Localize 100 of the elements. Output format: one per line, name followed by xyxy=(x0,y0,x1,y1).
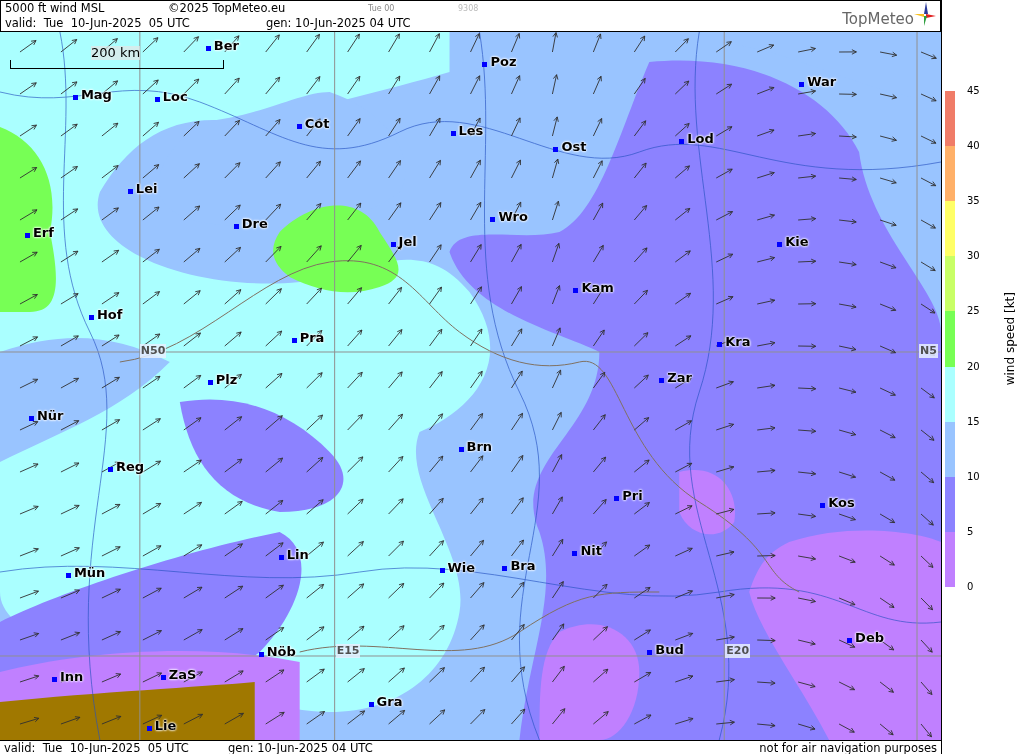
city-label: Nür xyxy=(36,408,64,424)
city-marker xyxy=(820,503,826,508)
city-marker xyxy=(127,189,133,194)
city-label: Lin xyxy=(286,547,309,563)
compass-star-icon xyxy=(914,2,936,26)
tick-label: 10 xyxy=(966,470,981,483)
city-marker xyxy=(390,242,396,247)
city-marker xyxy=(296,124,302,129)
city-label: Mün xyxy=(73,565,106,581)
grid-label: E15 xyxy=(335,644,361,658)
city-label: War xyxy=(807,74,837,90)
city-marker xyxy=(573,288,579,293)
city-label: Kra xyxy=(725,334,751,350)
city-marker xyxy=(679,139,685,144)
city-marker xyxy=(107,467,113,472)
city-marker xyxy=(51,677,57,682)
city-label: Nöb xyxy=(266,644,296,660)
city-marker xyxy=(614,496,620,501)
city-marker xyxy=(291,338,297,343)
city-marker xyxy=(490,217,496,222)
valid-time: valid: Tue 10-Jun-2025 05 UTC xyxy=(5,16,190,31)
copyright-text: ©2025 TopMeteo.eu xyxy=(168,1,287,16)
city-label: Bra xyxy=(510,558,536,574)
city-label: Hof xyxy=(96,307,123,323)
city-marker xyxy=(28,416,34,421)
city-marker xyxy=(154,97,160,102)
scale-label: 200 km xyxy=(91,46,141,60)
run-label: Tue 00 xyxy=(368,3,396,15)
city-label: Nit xyxy=(580,543,602,559)
city-marker xyxy=(553,147,559,152)
city-marker xyxy=(258,652,264,657)
city-label: Wro xyxy=(498,209,528,225)
city-label: ZaS xyxy=(168,667,197,683)
tick-label: 45 xyxy=(966,85,981,97)
city-marker xyxy=(205,46,211,51)
city-marker xyxy=(659,378,665,383)
city-label: Ost xyxy=(561,139,587,155)
city-label: Les xyxy=(458,123,484,139)
city-marker xyxy=(450,131,456,136)
city-marker xyxy=(146,726,152,731)
city-label: Pri xyxy=(622,488,643,504)
legend-title: wind speed [kt] xyxy=(1003,292,1017,386)
code-label: 9308 xyxy=(458,3,479,15)
city-label: Kie xyxy=(785,234,809,250)
city-marker xyxy=(72,95,78,100)
city-marker xyxy=(439,568,445,573)
city-label: Mag xyxy=(80,87,112,103)
city-label: Loc xyxy=(162,89,188,105)
tick-label: 0 xyxy=(966,581,975,593)
city-label: Lie xyxy=(154,718,177,734)
city-label: Reg xyxy=(115,459,144,475)
city-label: Pra xyxy=(299,330,325,346)
city-label: Inn xyxy=(59,669,84,685)
generated-time: gen: 10-Jun-2025 04 UTC xyxy=(228,740,373,754)
city-label: Kos xyxy=(828,495,855,511)
city-marker xyxy=(458,447,464,452)
city-label: Poz xyxy=(490,54,517,70)
logo-text: TopMeteo xyxy=(842,10,914,28)
tick-label: 15 xyxy=(966,415,981,428)
city-marker xyxy=(278,555,284,560)
city-marker xyxy=(799,82,805,87)
city-marker xyxy=(368,702,374,707)
city-label: Ber xyxy=(213,38,239,54)
city-marker xyxy=(482,62,488,67)
city-marker xyxy=(647,650,653,655)
city-label: Zar xyxy=(667,370,692,386)
city-label: Brn xyxy=(466,439,493,455)
valid-time: valid: Tue 10-Jun-2025 05 UTC xyxy=(4,740,190,754)
tick-label: 5 xyxy=(966,525,975,538)
city-marker xyxy=(777,242,783,247)
city-label: Kam xyxy=(581,280,614,296)
city-label: Bud xyxy=(655,642,684,658)
city-marker xyxy=(65,573,71,578)
city-label: Jel xyxy=(398,234,417,250)
city-marker xyxy=(502,566,508,571)
tick-label: 40 xyxy=(966,140,981,153)
city-marker xyxy=(717,342,723,347)
city-marker xyxy=(207,380,213,385)
city-marker xyxy=(160,675,166,680)
city-label: Wie xyxy=(447,560,476,576)
city-label: Cot xyxy=(304,116,330,132)
tick-label: 30 xyxy=(966,250,981,263)
grid-label: E20 xyxy=(725,644,751,658)
city-label: Dre xyxy=(241,216,268,232)
city-marker xyxy=(88,315,94,320)
disclaimer-text: not for air navigation purposes xyxy=(759,740,937,754)
city-label: Plz xyxy=(215,372,238,388)
city-label: Lei xyxy=(135,181,158,197)
city-marker xyxy=(572,551,578,556)
city-marker xyxy=(24,233,30,238)
city-label: Deb xyxy=(855,630,884,646)
tick-label: 25 xyxy=(966,305,981,318)
generated-time: gen: 10-Jun-2025 04 UTC xyxy=(265,16,411,31)
city-label: Lod xyxy=(687,131,714,147)
tick-label: 35 xyxy=(966,195,981,208)
city-label: Gra xyxy=(376,694,403,710)
city-marker xyxy=(233,224,239,229)
city-marker xyxy=(847,638,853,643)
map-title: 5000 ft wind MSL xyxy=(5,1,106,16)
tick-label: 20 xyxy=(966,360,981,373)
